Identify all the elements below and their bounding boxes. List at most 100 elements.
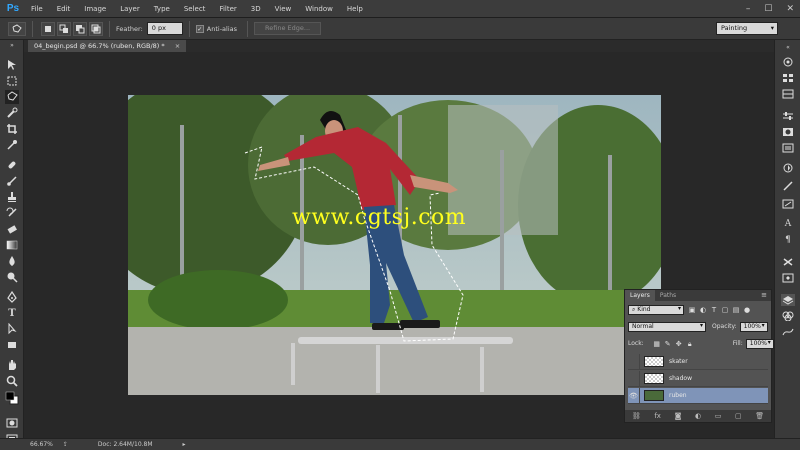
masks-panel-icon[interactable] [781,126,795,138]
eyedropper-tool-icon[interactable] [5,138,19,152]
document-tab[interactable]: 04_begin.psd @ 66.7% (ruben, RGB/8) * × [28,40,187,52]
channels-panel-icon[interactable] [781,310,795,322]
add-mask-icon[interactable]: ◙ [675,412,682,420]
layers-panel-icon[interactable] [781,294,795,306]
layer-row-skater[interactable]: skater [628,353,768,370]
collapse-toolbar-icon[interactable]: » [5,42,19,49]
color-swatches[interactable] [5,391,19,405]
adjustments-panel-icon[interactable] [781,110,795,122]
type-tool-icon[interactable]: T [5,306,19,320]
filter-smart-object-icon[interactable]: ▤ [732,306,740,314]
menu-bar: Ps File Edit Image Layer Type Select Fil… [0,0,800,18]
tools-presets-panel-icon[interactable] [781,256,795,268]
quick-mask-icon[interactable] [5,416,19,430]
feather-input[interactable]: 0 px [146,22,183,35]
path-selection-tool-icon[interactable] [5,322,19,336]
layer-row-ruben[interactable]: 👁︎ ruben [628,387,768,404]
layer-style-icon[interactable]: fx [654,412,661,420]
quick-selection-tool-icon[interactable] [5,106,19,120]
link-layers-icon[interactable]: ⛓ [632,412,641,420]
intersect-selection-button[interactable] [89,21,103,36]
brush-presets-panel-icon[interactable] [781,198,795,210]
menu-filter[interactable]: Filter [212,0,243,18]
gradient-tool-icon[interactable] [5,238,19,252]
marquee-tool-icon[interactable] [5,74,19,88]
minimize-button[interactable]: – [746,4,751,14]
color-panel-icon[interactable] [781,56,795,68]
styles-panel-icon[interactable] [781,88,795,100]
filter-type-icon[interactable]: T [710,306,718,314]
close-tab-icon[interactable]: × [175,42,180,50]
menu-type[interactable]: Type [147,0,177,18]
blur-tool-icon[interactable] [5,254,19,268]
maximize-button[interactable]: ☐ [764,4,772,14]
delete-layer-icon[interactable]: 🗑︎ [755,412,764,420]
menu-file[interactable]: File [24,0,50,18]
filter-kind-select[interactable]: ⌕ Kind [628,304,684,315]
lock-position-icon[interactable]: ✥ [675,340,683,348]
filter-toggle-icon[interactable]: ● [743,306,751,314]
antialias-checkbox[interactable]: ✓ [195,24,204,33]
workspace-select[interactable]: Painting [716,22,778,35]
menu-select[interactable]: Select [177,0,213,18]
menu-image[interactable]: Image [77,0,113,18]
new-adjustment-icon[interactable]: ◐ [695,412,701,420]
new-layer-icon[interactable]: ▢ [735,412,742,420]
filter-pixel-icon[interactable]: ▣ [688,306,696,314]
history-panel-icon[interactable] [781,272,795,284]
brush-tool-icon[interactable] [5,174,19,188]
crop-tool-icon[interactable] [5,122,19,136]
lock-image-icon[interactable]: ✎ [664,340,672,348]
lock-transparent-icon[interactable]: ▦ [653,340,661,348]
brush-panel-icon[interactable] [781,180,795,192]
move-tool-icon[interactable] [5,58,19,72]
tab-layers[interactable]: Layers [625,290,655,301]
zoom-level[interactable]: 66.67% [30,441,53,448]
status-menu-icon[interactable]: ▸ [183,441,186,448]
new-selection-button[interactable] [41,21,55,36]
menu-help[interactable]: Help [340,0,370,18]
menu-layer[interactable]: Layer [113,0,147,18]
navigator-panel-icon[interactable] [781,162,795,174]
paths-panel-icon[interactable] [781,326,795,338]
opacity-input[interactable]: 100% [739,321,768,332]
lock-all-icon[interactable]: 🔒︎ [686,340,694,348]
layer-row-shadow[interactable]: shadow [628,370,768,387]
info-panel-icon[interactable] [781,142,795,154]
dodge-tool-icon[interactable] [5,270,19,284]
healing-brush-tool-icon[interactable] [5,158,19,172]
clone-stamp-tool-icon[interactable] [5,190,19,204]
tab-paths[interactable]: Paths [655,290,681,301]
blend-mode-select[interactable]: Normal [628,321,706,332]
add-to-selection-button[interactable] [57,21,71,36]
menu-3d[interactable]: 3D [244,0,268,18]
zoom-tool-icon[interactable] [5,374,19,388]
refine-edge-button[interactable]: Refine Edge... [254,22,322,35]
history-brush-tool-icon[interactable] [5,206,19,220]
new-group-icon[interactable]: ▭ [715,412,722,420]
paragraph-panel-icon[interactable]: ¶ [781,234,795,246]
visibility-toggle[interactable] [628,353,640,370]
collapse-dock-icon[interactable]: « [781,44,795,51]
rectangle-tool-icon[interactable] [5,338,19,352]
fill-input[interactable]: 100% [745,338,774,349]
pen-tool-icon[interactable] [5,290,19,304]
panel-menu-icon[interactable]: ≡ [761,290,767,301]
eraser-tool-icon[interactable] [5,222,19,236]
close-window-button[interactable]: ✕ [786,4,794,14]
subtract-selection-button[interactable] [73,21,87,36]
filter-shape-icon[interactable]: ▢ [721,306,729,314]
document-canvas[interactable]: www.cgtsj.com [128,95,661,395]
export-icon[interactable]: ⇪ [63,441,68,448]
menu-view[interactable]: View [268,0,299,18]
lasso-tool-icon[interactable] [5,90,19,104]
tool-preset-picker[interactable] [8,21,26,36]
menu-window[interactable]: Window [298,0,340,18]
filter-adjustment-icon[interactable]: ◐ [699,306,707,314]
swatches-panel-icon[interactable] [781,72,795,84]
character-panel-icon[interactable]: A [781,218,795,230]
visibility-toggle[interactable] [628,370,640,387]
eye-icon[interactable]: 👁︎ [628,387,640,404]
hand-tool-icon[interactable] [5,358,19,372]
menu-edit[interactable]: Edit [50,0,78,18]
